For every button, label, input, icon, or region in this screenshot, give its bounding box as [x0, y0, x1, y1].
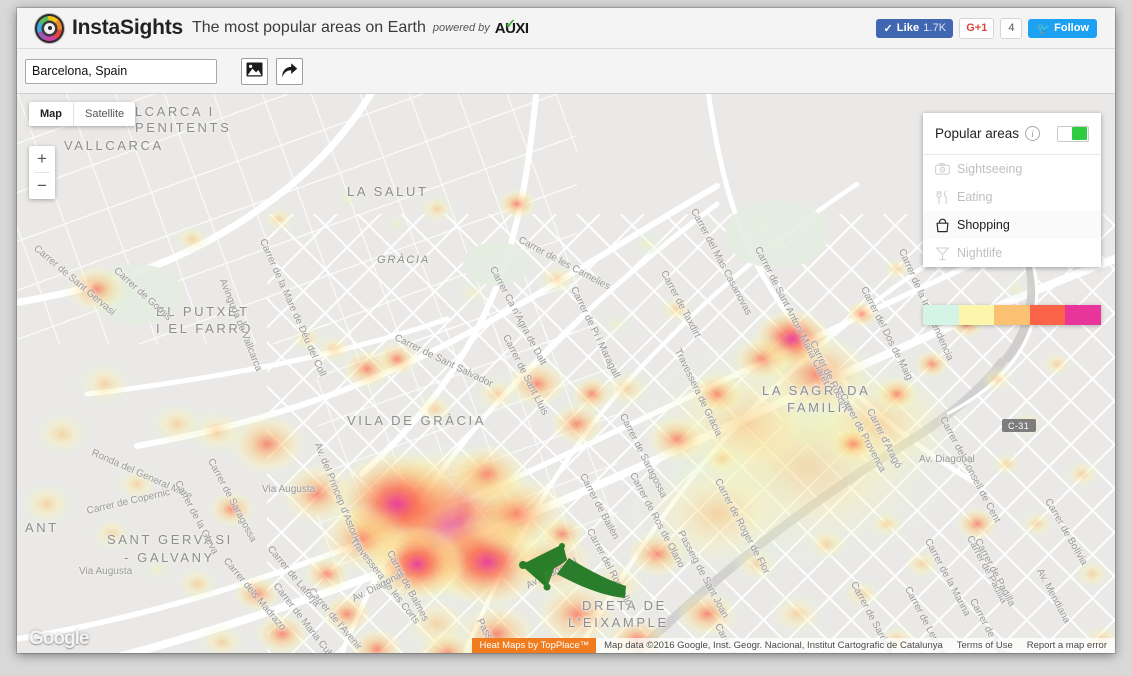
- cocktail-icon: [935, 246, 957, 261]
- powered-by-label: powered by: [432, 22, 490, 34]
- gplus-label: G+1: [966, 22, 988, 34]
- panel-title: Popular areas: [935, 126, 1020, 141]
- gradient-stop-3: [1029, 305, 1066, 325]
- twitter-bird-icon: 🐦: [1036, 22, 1051, 35]
- share-button[interactable]: [276, 57, 303, 85]
- app-header: InstaSights The most popular areas on Ea…: [17, 8, 1115, 49]
- facebook-like-label: Like: [896, 22, 920, 34]
- info-icon[interactable]: i: [1025, 126, 1041, 141]
- category-label: Nightlife: [957, 246, 1003, 260]
- heatmap-gradient-legend: [923, 305, 1101, 325]
- zoom-out-button[interactable]: −: [29, 173, 55, 199]
- zoom-in-button[interactable]: +: [29, 146, 55, 172]
- location-search-input[interactable]: [25, 58, 217, 84]
- popular-areas-panel: Popular areas i Sightseeing Eating Shopp…: [923, 113, 1101, 267]
- gradient-stop-2: [994, 305, 1030, 325]
- report-map-error-link[interactable]: Report a map error: [1027, 640, 1107, 651]
- terms-of-use-link[interactable]: Terms of Use: [957, 640, 1013, 651]
- facebook-like-button[interactable]: ✓ Like 1.7K: [876, 18, 954, 38]
- partner-logo: AUXI ✓: [495, 15, 529, 37]
- twitter-follow-button[interactable]: 🐦 Follow: [1028, 18, 1097, 38]
- facebook-like-count: 1.7K: [923, 22, 947, 34]
- tagline: The most popular areas on Earth: [191, 19, 426, 36]
- category-label: Sightseeing: [957, 162, 1023, 176]
- toolbar: [17, 49, 1115, 94]
- category-sightseeing[interactable]: Sightseeing: [923, 155, 1101, 183]
- category-nightlife[interactable]: Nightlife: [923, 239, 1101, 267]
- aperture-icon: [35, 13, 64, 43]
- image-icon: [246, 62, 263, 80]
- shopping-bag-icon: [935, 218, 957, 233]
- camera-icon: [935, 163, 957, 175]
- road-shield: [1002, 419, 1036, 432]
- cutlery-icon: [935, 189, 957, 205]
- topplace-credit[interactable]: Heat Maps by TopPlace™: [472, 638, 597, 653]
- image-button[interactable]: [241, 57, 268, 85]
- social-buttons: ✓ Like 1.7K G+1 4 🐦 Follow: [876, 17, 1097, 39]
- map-type-satellite[interactable]: Satellite: [74, 102, 135, 126]
- browser-window: InstaSights The most popular areas on Ea…: [17, 8, 1115, 653]
- gradient-stop-1: [958, 305, 995, 325]
- brand: InstaSights The most popular areas on Ea…: [35, 13, 529, 43]
- check-icon: ✓: [883, 22, 893, 35]
- brand-name: InstaSights: [72, 16, 183, 39]
- gplus-button[interactable]: G+1: [959, 17, 995, 39]
- check-icon: ✓: [504, 14, 516, 34]
- zoom-control[interactable]: + −: [29, 146, 55, 199]
- map-data-credit: Map data ©2016 Google, Inst. Geogr. Naci…: [604, 640, 943, 651]
- twitter-follow-label: Follow: [1054, 22, 1089, 34]
- gradient-stop-0: [923, 305, 959, 325]
- popular-areas-toggle[interactable]: [1057, 125, 1089, 142]
- share-icon: [281, 62, 298, 81]
- gplus-count: 4: [1000, 17, 1023, 39]
- map-type-switch[interactable]: Map Satellite: [29, 102, 136, 126]
- category-shopping[interactable]: Shopping: [923, 211, 1101, 239]
- category-label: Eating: [957, 190, 993, 204]
- gradient-stop-4: [1065, 305, 1101, 325]
- panel-header: Popular areas i: [923, 113, 1101, 155]
- category-label: Shopping: [957, 218, 1010, 232]
- category-eating[interactable]: Eating: [923, 183, 1101, 211]
- map-type-map[interactable]: Map: [29, 102, 73, 126]
- map-attribution: Heat Maps by TopPlace™ Map data ©2016 Go…: [17, 638, 1115, 653]
- map-canvas[interactable]: C-31 LLCARCA I PENITENTS VALLCARCA LA SALUT…: [17, 94, 1115, 653]
